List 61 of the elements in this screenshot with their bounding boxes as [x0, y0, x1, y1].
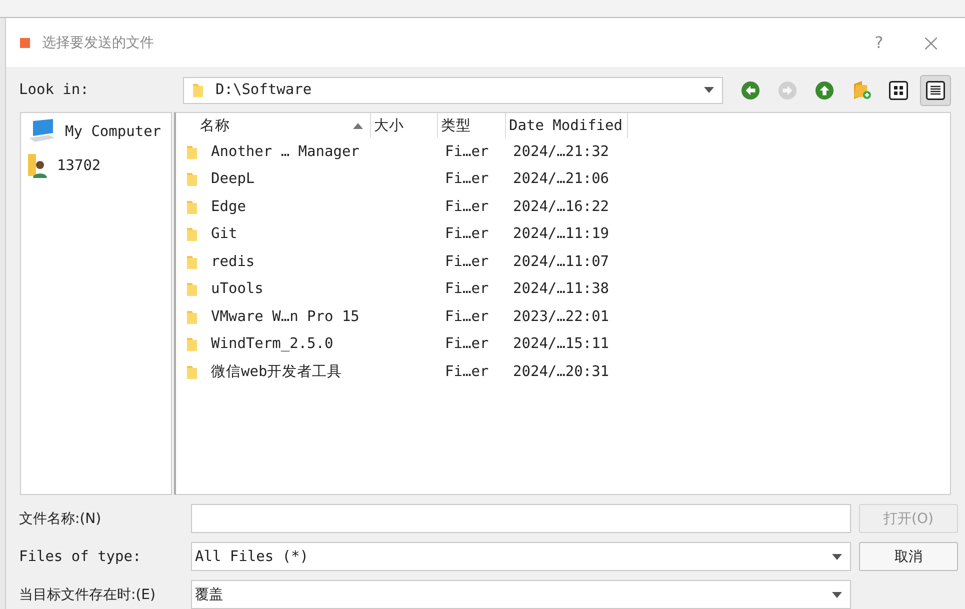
file-name[interactable]: DeepL — [211, 171, 255, 188]
look-in-label: Look in: — [19, 82, 90, 98]
file-name-label: 文件名称:(N) — [19, 510, 102, 528]
folder-icon — [186, 281, 198, 298]
table-cell-text: Fi…er — [444, 254, 490, 270]
folder-icon — [186, 364, 198, 380]
file-type-label: Files of type: — [19, 548, 142, 564]
table-cell-text: 2024/…21:06 — [512, 171, 610, 188]
file-name-field[interactable] — [191, 504, 851, 533]
app-icon — [20, 38, 30, 48]
table-cell-text: 2024/…15:11 — [512, 336, 610, 352]
help-button[interactable]: ? — [859, 33, 899, 52]
folder-icon — [192, 82, 204, 98]
file-name[interactable]: redis — [211, 254, 255, 270]
file-name[interactable]: VMware W…n Pro 15 — [211, 308, 360, 325]
user-folder-icon — [27, 153, 49, 180]
table-cell-text: 2024/…11:07 — [512, 254, 610, 270]
exists-action-dropdown[interactable]: 覆盖 — [191, 580, 851, 609]
table-cell-text: 2024/…21:32 — [512, 144, 610, 160]
table-cell-text: Fi…er — [444, 171, 490, 188]
table-cell-text: Fi…er — [444, 336, 490, 352]
table-cell-text: 2024/…16:22 — [512, 198, 610, 215]
toolbar-button[interactable] — [920, 74, 951, 106]
folder-icon — [186, 308, 198, 325]
table-cell-text: Fi…er — [444, 308, 490, 325]
window-title: 选择要发送的文件 — [42, 34, 155, 52]
table-cell-text: Fi…er — [444, 144, 490, 160]
caret-icon — [704, 87, 714, 94]
sidebar-item[interactable]: 13702 — [27, 153, 171, 180]
exists-action-label: 当目标文件存在时:(E) — [19, 586, 156, 604]
new-folder-icon — [852, 80, 872, 100]
file-name[interactable]: uTools — [211, 281, 264, 298]
folder-icon — [186, 226, 198, 242]
folder-icon — [186, 254, 198, 270]
table-cell-text: Fi…er — [444, 226, 490, 242]
file-name[interactable]: 微信web开发者工具 — [211, 362, 342, 382]
folder-icon — [186, 198, 198, 215]
file-name[interactable]: Edge — [211, 198, 246, 215]
file-name[interactable]: Git — [211, 226, 238, 242]
folder-icon — [186, 171, 198, 188]
look-in-dropdown[interactable]: D:\Software — [182, 76, 723, 104]
caret-icon — [832, 592, 842, 598]
file-name[interactable]: Another … Manager — [211, 144, 360, 160]
table-cell-text: Fi…er — [444, 198, 490, 215]
table-cell-text: Fi…er — [444, 364, 490, 380]
table-cell-text: Fi…er — [444, 281, 490, 298]
folder-icon — [186, 336, 198, 352]
sidebar-item[interactable]: My Computer — [27, 119, 171, 146]
close-button[interactable]: × — [911, 28, 951, 57]
list-view-icon — [926, 80, 945, 100]
file-name[interactable]: WindTerm_2.5.0 — [211, 336, 334, 352]
table-cell-text: 2024/…11:38 — [512, 281, 610, 298]
dialog-button[interactable]: 取消 — [859, 542, 958, 571]
sort-arrow-icon — [353, 122, 363, 129]
folder-icon — [186, 144, 198, 160]
table-cell-text: 2024/…11:19 — [512, 226, 610, 242]
caret-icon — [832, 554, 842, 560]
grid-view-icon — [889, 80, 908, 100]
table-cell-text: 2024/…20:31 — [512, 364, 610, 380]
file-type-dropdown[interactable]: All Files (*) — [191, 542, 851, 571]
table-cell-text: 2023/…22:01 — [512, 308, 610, 325]
